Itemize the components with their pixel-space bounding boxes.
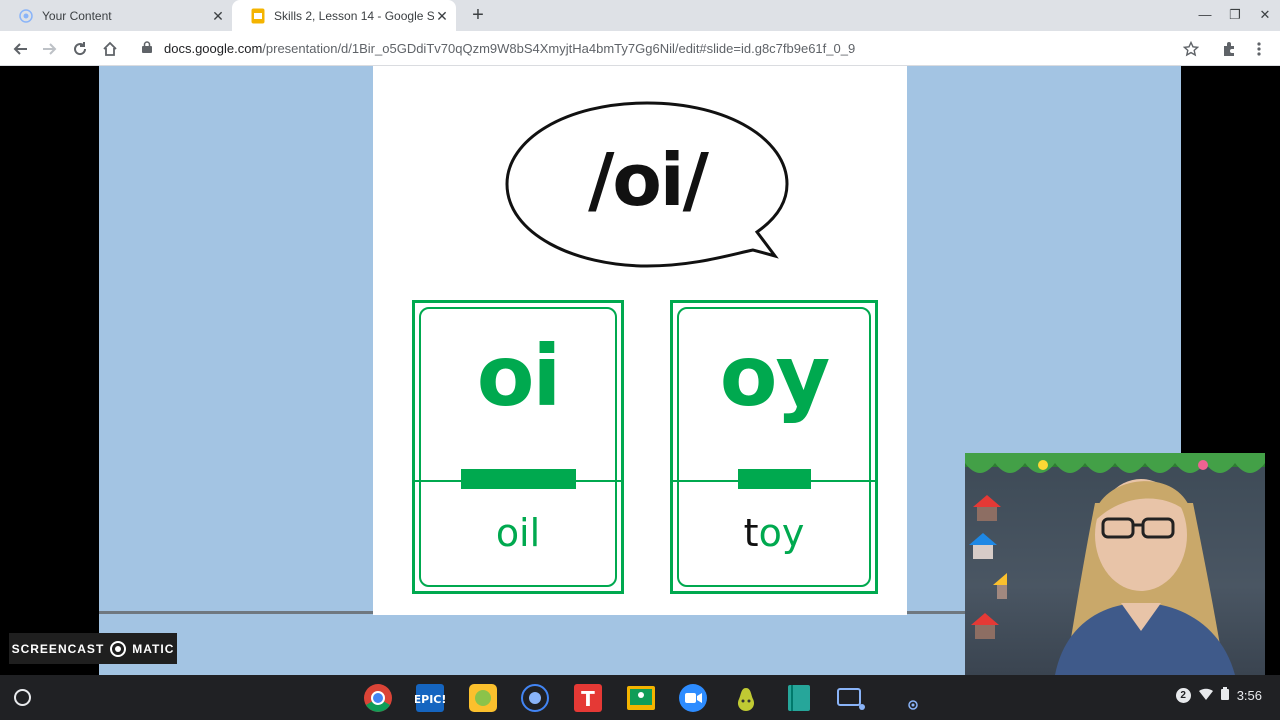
screencast-icon[interactable] (520, 683, 550, 713)
paper-houses (969, 495, 1007, 639)
back-icon[interactable] (9, 38, 31, 60)
lock-icon (142, 41, 156, 56)
capture-indicator-icon (898, 683, 928, 713)
pear-icon[interactable] (731, 683, 761, 713)
presentation-area: /oi/ oi oil oy toy SCREENCAST MATIC (0, 66, 1280, 675)
chrome-icon[interactable] (363, 683, 393, 713)
reload-icon[interactable] (69, 38, 91, 60)
tab-skills-lesson[interactable]: Skills 2, Lesson 14 - Google Slides ✕ (232, 0, 456, 31)
bookmark-star-icon[interactable] (1180, 38, 1202, 60)
book-icon[interactable] (784, 683, 814, 713)
extensions-icon[interactable] (1218, 38, 1240, 60)
photos-icon[interactable] (468, 683, 498, 713)
tab-title: Skills 2, Lesson 14 - Google Slides (274, 8, 434, 23)
forward-icon[interactable] (39, 38, 61, 60)
sound-label: /oi/ (588, 138, 709, 222)
slides-icon (250, 8, 266, 24)
wifi-icon (1198, 688, 1213, 703)
phonics-card-oy[interactable]: oy toy (670, 300, 878, 594)
url-path: /presentation/d/1Bir_o5GDdiTv70qQzm9W8bS… (262, 41, 856, 56)
status-area[interactable]: 2 3:56 (1175, 687, 1262, 703)
speech-bubble: /oi/ (505, 100, 790, 272)
minimize-icon[interactable]: — (1197, 7, 1213, 23)
screencast-watermark: SCREENCAST MATIC (9, 633, 177, 664)
new-tab-button[interactable]: + (468, 5, 488, 25)
phonics-card-oi[interactable]: oi oil (412, 300, 624, 594)
close-window-icon[interactable]: ✕ (1257, 7, 1273, 23)
restore-icon[interactable]: ❐ (1227, 7, 1243, 23)
os-shelf: EPIC! T 2 3:56 (0, 675, 1280, 720)
svg-text:EPIC!: EPIC! (415, 693, 445, 706)
globe-icon (18, 8, 34, 24)
zoom-icon[interactable] (678, 683, 708, 713)
tab-strip: Your Content ✕ Skills 2, Lesson 14 - Goo… (0, 0, 1280, 31)
card-letters: oi (476, 327, 562, 425)
notification-badge[interactable]: 2 (1175, 687, 1191, 703)
card-letters: oy (719, 327, 830, 425)
slide: /oi/ oi oil oy toy (373, 66, 907, 615)
classroom-icon[interactable] (626, 683, 656, 713)
card-blank-bar (738, 469, 811, 489)
menu-dots-icon[interactable] (1248, 38, 1270, 60)
card-word: oil (495, 511, 541, 555)
card-word: toy (743, 511, 805, 555)
tynker-icon[interactable]: T (573, 683, 603, 713)
card-blank-bar (461, 469, 576, 489)
battery-icon (1220, 687, 1229, 703)
close-tab-icon[interactable]: ✕ (434, 8, 450, 24)
address-bar[interactable]: docs.google.com/presentation/d/1Bir_o5GD… (142, 35, 1212, 62)
webcam-overlay (965, 453, 1265, 675)
svg-text:T: T (581, 687, 595, 711)
epic-icon[interactable]: EPIC! (415, 683, 445, 713)
url-domain: docs.google.com (164, 41, 263, 56)
browser-toolbar: docs.google.com/presentation/d/1Bir_o5GD… (0, 31, 1280, 66)
record-dot-icon (110, 640, 127, 657)
presenter-video (1055, 479, 1235, 675)
tab-your-content[interactable]: Your Content ✕ (0, 0, 232, 31)
tab-title: Your Content (42, 8, 112, 23)
clock: 3:56 (1236, 687, 1262, 703)
launcher-icon[interactable] (14, 689, 31, 706)
close-tab-icon[interactable]: ✕ (210, 8, 226, 24)
screen-record-icon[interactable] (836, 683, 866, 713)
home-icon[interactable] (99, 38, 121, 60)
